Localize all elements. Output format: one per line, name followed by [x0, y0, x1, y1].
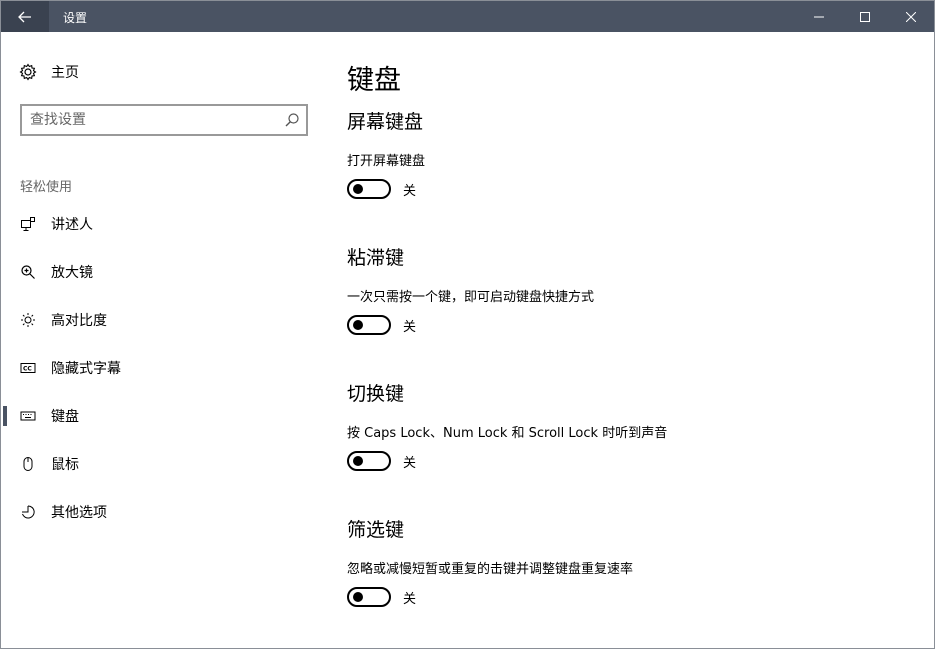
filter-keys-toggle[interactable] — [347, 587, 391, 607]
group-filter-keys: 筛选键 忽略或减慢短暂或重复的击键并调整键盘重复速率 关 — [347, 515, 907, 607]
minimize-icon — [814, 16, 824, 17]
home-label: 主页 — [51, 65, 79, 81]
close-button[interactable] — [888, 1, 934, 32]
magnifier-icon — [19, 263, 37, 281]
settings-window: 设置 主页 轻松使用 — [0, 0, 935, 649]
sidebar-item-label: 讲述人 — [51, 217, 93, 233]
group-title: 粘滞键 — [347, 247, 405, 269]
home-nav-item[interactable]: 主页 — [19, 62, 79, 82]
maximize-button[interactable] — [842, 1, 888, 32]
toggle-row: 关 — [347, 315, 907, 335]
sidebar-item-magnifier[interactable]: 放大镜 — [1, 248, 321, 296]
sidebar-item-other-options[interactable]: 其他选项 — [1, 488, 321, 536]
group-onscreen-keyboard: 屏幕键盘 打开屏幕键盘 关 — [347, 107, 907, 199]
closed-captions-icon: CC — [19, 359, 37, 377]
toggle-knob — [353, 592, 363, 602]
group-description: 忽略或减慢短暂或重复的击键并调整键盘重复速率 — [347, 562, 634, 577]
toggle-row: 关 — [347, 179, 907, 199]
back-button[interactable] — [1, 1, 49, 32]
gear-icon — [19, 63, 37, 81]
title-bar: 设置 — [1, 1, 934, 32]
sidebar-item-label: 高对比度 — [51, 313, 107, 329]
section-label: 轻松使用 — [20, 180, 73, 195]
window-title: 设置 — [63, 11, 88, 25]
back-arrow-icon — [18, 11, 31, 22]
other-options-icon — [19, 503, 37, 521]
minimize-button[interactable] — [796, 1, 842, 32]
group-title: 切换键 — [347, 383, 405, 405]
sticky-keys-toggle[interactable] — [347, 315, 391, 335]
toggle-knob — [353, 456, 363, 466]
toggle-knob — [353, 320, 363, 330]
group-title: 筛选键 — [347, 519, 405, 541]
close-icon — [906, 11, 916, 22]
sidebar-item-high-contrast[interactable]: 高对比度 — [1, 296, 321, 344]
toggle-row: 关 — [347, 587, 907, 607]
sidebar-item-label: 其他选项 — [51, 505, 107, 521]
group-sticky-keys: 粘滞键 一次只需按一个键，即可启动键盘快捷方式 关 — [347, 243, 907, 335]
sidebar-item-label: 放大镜 — [51, 265, 93, 281]
group-description: 按 Caps Lock、Num Lock 和 Scroll Lock 时听到声音 — [347, 426, 668, 441]
maximize-icon — [860, 11, 870, 22]
search-input[interactable] — [30, 110, 270, 130]
page-title: 键盘 — [347, 65, 401, 96]
narrator-icon — [19, 215, 37, 233]
sidebar-item-label: 隐藏式字幕 — [51, 361, 121, 377]
group-description: 打开屏幕键盘 — [347, 154, 426, 169]
search-box[interactable] — [20, 104, 308, 136]
sidebar-item-label: 键盘 — [51, 409, 79, 425]
sidebar-item-keyboard[interactable]: 键盘 — [1, 392, 321, 440]
toggle-state-label: 关 — [403, 319, 417, 335]
sidebar-item-label: 鼠标 — [51, 457, 79, 473]
toggle-state-label: 关 — [403, 455, 417, 471]
toggle-keys-toggle[interactable] — [347, 451, 391, 471]
group-description: 一次只需按一个键，即可启动键盘快捷方式 — [347, 290, 595, 305]
high-contrast-icon — [19, 311, 37, 329]
group-title: 屏幕键盘 — [347, 111, 424, 133]
nav-list: 讲述人 放大镜 高对比度 CC 隐藏式字幕 键盘 鼠标 其他选项 — [1, 200, 321, 536]
sidebar-item-narrator[interactable]: 讲述人 — [1, 200, 321, 248]
group-toggle-keys: 切换键 按 Caps Lock、Num Lock 和 Scroll Lock 时… — [347, 379, 907, 471]
toggle-knob — [353, 184, 363, 194]
onscreen-keyboard-toggle[interactable] — [347, 179, 391, 199]
toggle-state-label: 关 — [403, 183, 417, 199]
svg-text:CC: CC — [23, 366, 32, 373]
search-icon[interactable] — [284, 112, 300, 128]
sidebar-item-mouse[interactable]: 鼠标 — [1, 440, 321, 488]
sidebar-item-closed-captions[interactable]: CC 隐藏式字幕 — [1, 344, 321, 392]
active-indicator — [3, 406, 7, 426]
mouse-icon — [19, 455, 37, 473]
keyboard-icon — [19, 407, 37, 425]
sidebar: 主页 轻松使用 讲述人 放大镜 — [1, 32, 321, 647]
toggle-state-label: 关 — [403, 591, 417, 607]
toggle-row: 关 — [347, 451, 907, 471]
